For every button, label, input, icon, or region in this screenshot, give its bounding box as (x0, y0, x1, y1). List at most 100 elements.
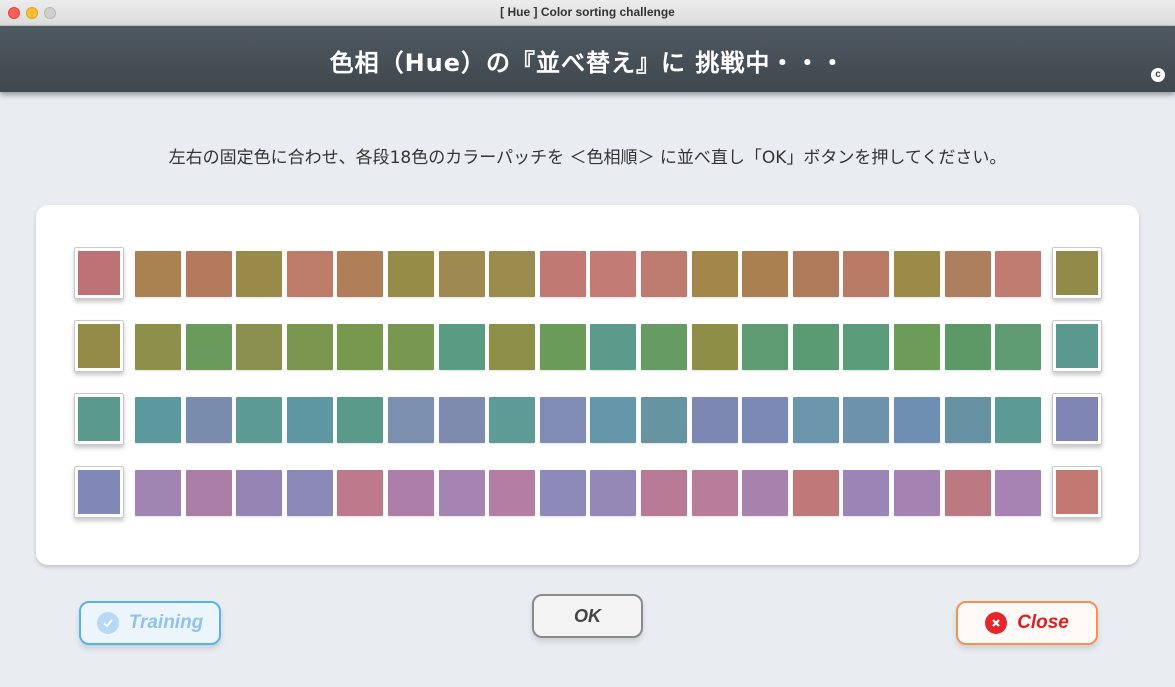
color-patch[interactable] (894, 397, 940, 443)
color-patch[interactable] (135, 324, 181, 370)
color-patch[interactable] (843, 470, 890, 516)
color-patch[interactable] (236, 324, 283, 370)
color-patch[interactable] (995, 324, 1042, 370)
color-patch[interactable] (894, 470, 940, 516)
color-patch[interactable] (641, 470, 687, 516)
color-patch[interactable] (742, 470, 789, 516)
color-patch[interactable] (894, 324, 940, 370)
fixed-color-swatch (78, 324, 120, 368)
color-patch[interactable] (286, 251, 333, 297)
color-patch[interactable] (691, 470, 738, 516)
color-patch[interactable] (691, 324, 738, 370)
instruction-text: 左右の固定色に合わせ、各段18色のカラーパッチを ＜色相順＞ に並べ直し「OK」… (168, 148, 1007, 168)
fixed-color-left (74, 320, 124, 372)
color-patch[interactable] (135, 251, 181, 297)
color-patch[interactable] (590, 397, 637, 443)
color-patch[interactable] (742, 251, 789, 297)
color-patch[interactable] (286, 324, 333, 370)
color-patch[interactable] (337, 470, 384, 516)
fixed-color-right (1052, 393, 1102, 445)
color-patch[interactable] (742, 324, 789, 370)
color-patch[interactable] (944, 251, 991, 297)
color-patch[interactable] (337, 324, 384, 370)
color-patch[interactable] (539, 251, 586, 297)
color-patch[interactable] (995, 251, 1042, 297)
color-patch[interactable] (438, 324, 485, 370)
fixed-color-left (74, 466, 124, 518)
color-patch[interactable] (590, 324, 637, 370)
color-patch[interactable] (641, 397, 687, 443)
color-patch[interactable] (944, 470, 991, 516)
ok-label: OK (574, 605, 601, 626)
patch-row (36, 466, 1139, 518)
color-patch[interactable] (438, 251, 485, 297)
color-patch[interactable] (135, 470, 181, 516)
window-title: [ Hue ] Color sorting challenge (500, 5, 675, 19)
color-patch[interactable] (894, 251, 940, 297)
color-patch[interactable] (843, 324, 890, 370)
color-patch[interactable] (539, 397, 586, 443)
color-patch[interactable] (995, 397, 1042, 443)
color-patch[interactable] (489, 397, 536, 443)
color-patch[interactable] (995, 470, 1042, 516)
color-patch[interactable] (843, 251, 890, 297)
color-patch[interactable] (236, 251, 283, 297)
color-patch[interactable] (135, 397, 181, 443)
fixed-color-swatch (1056, 397, 1098, 441)
color-patch[interactable] (489, 251, 536, 297)
color-patch[interactable] (590, 251, 637, 297)
color-patch[interactable] (388, 251, 434, 297)
fixed-color-left (74, 393, 124, 445)
header-banner: 色相（Hue）の『並べ替え』に 挑戦中・・・ c (0, 26, 1175, 92)
close-circle-icon (985, 612, 1008, 634)
fixed-color-left (74, 247, 124, 299)
color-patch[interactable] (539, 470, 586, 516)
banner-title: 色相（Hue）の『並べ替え』に 挑戦中・・・ (329, 49, 846, 77)
fixed-color-swatch (1056, 470, 1098, 514)
color-patch[interactable] (388, 397, 434, 443)
color-patch[interactable] (236, 470, 283, 516)
color-patch[interactable] (944, 397, 991, 443)
color-patch[interactable] (185, 251, 232, 297)
patch-row (36, 393, 1139, 445)
color-patch[interactable] (388, 324, 434, 370)
color-patch[interactable] (286, 397, 333, 443)
fixed-color-swatch (78, 397, 120, 441)
color-patch[interactable] (185, 397, 232, 443)
color-patch[interactable] (792, 324, 839, 370)
close-button[interactable]: Close (956, 601, 1098, 645)
patch-panel (36, 205, 1139, 565)
color-patch[interactable] (185, 324, 232, 370)
window-titlebar: [ Hue ] Color sorting challenge (0, 0, 1175, 26)
color-patch[interactable] (944, 324, 991, 370)
fixed-color-right (1052, 247, 1102, 299)
color-patch[interactable] (691, 397, 738, 443)
color-patch[interactable] (286, 470, 333, 516)
ok-button[interactable]: OK (532, 594, 643, 638)
color-patch[interactable] (742, 397, 789, 443)
color-patch[interactable] (337, 397, 384, 443)
color-patch[interactable] (691, 251, 738, 297)
color-patch[interactable] (388, 470, 434, 516)
color-patch[interactable] (489, 324, 536, 370)
color-patch[interactable] (438, 470, 485, 516)
patch-row (36, 247, 1139, 299)
color-patch[interactable] (792, 397, 839, 443)
color-patch[interactable] (539, 324, 586, 370)
color-patch[interactable] (236, 397, 283, 443)
color-patch[interactable] (489, 470, 536, 516)
check-circle-icon (96, 612, 119, 634)
color-patch[interactable] (185, 470, 232, 516)
fixed-color-swatch (78, 251, 120, 295)
color-patch[interactable] (792, 251, 839, 297)
color-patch[interactable] (792, 470, 839, 516)
copyright-icon[interactable]: c (1151, 68, 1165, 82)
color-patch[interactable] (337, 251, 384, 297)
training-button[interactable]: Training (79, 601, 221, 645)
color-patch[interactable] (438, 397, 485, 443)
color-patch[interactable] (590, 470, 637, 516)
color-patch[interactable] (641, 324, 687, 370)
color-patch[interactable] (843, 397, 890, 443)
color-patch[interactable] (641, 251, 687, 297)
fixed-color-right (1052, 320, 1102, 372)
